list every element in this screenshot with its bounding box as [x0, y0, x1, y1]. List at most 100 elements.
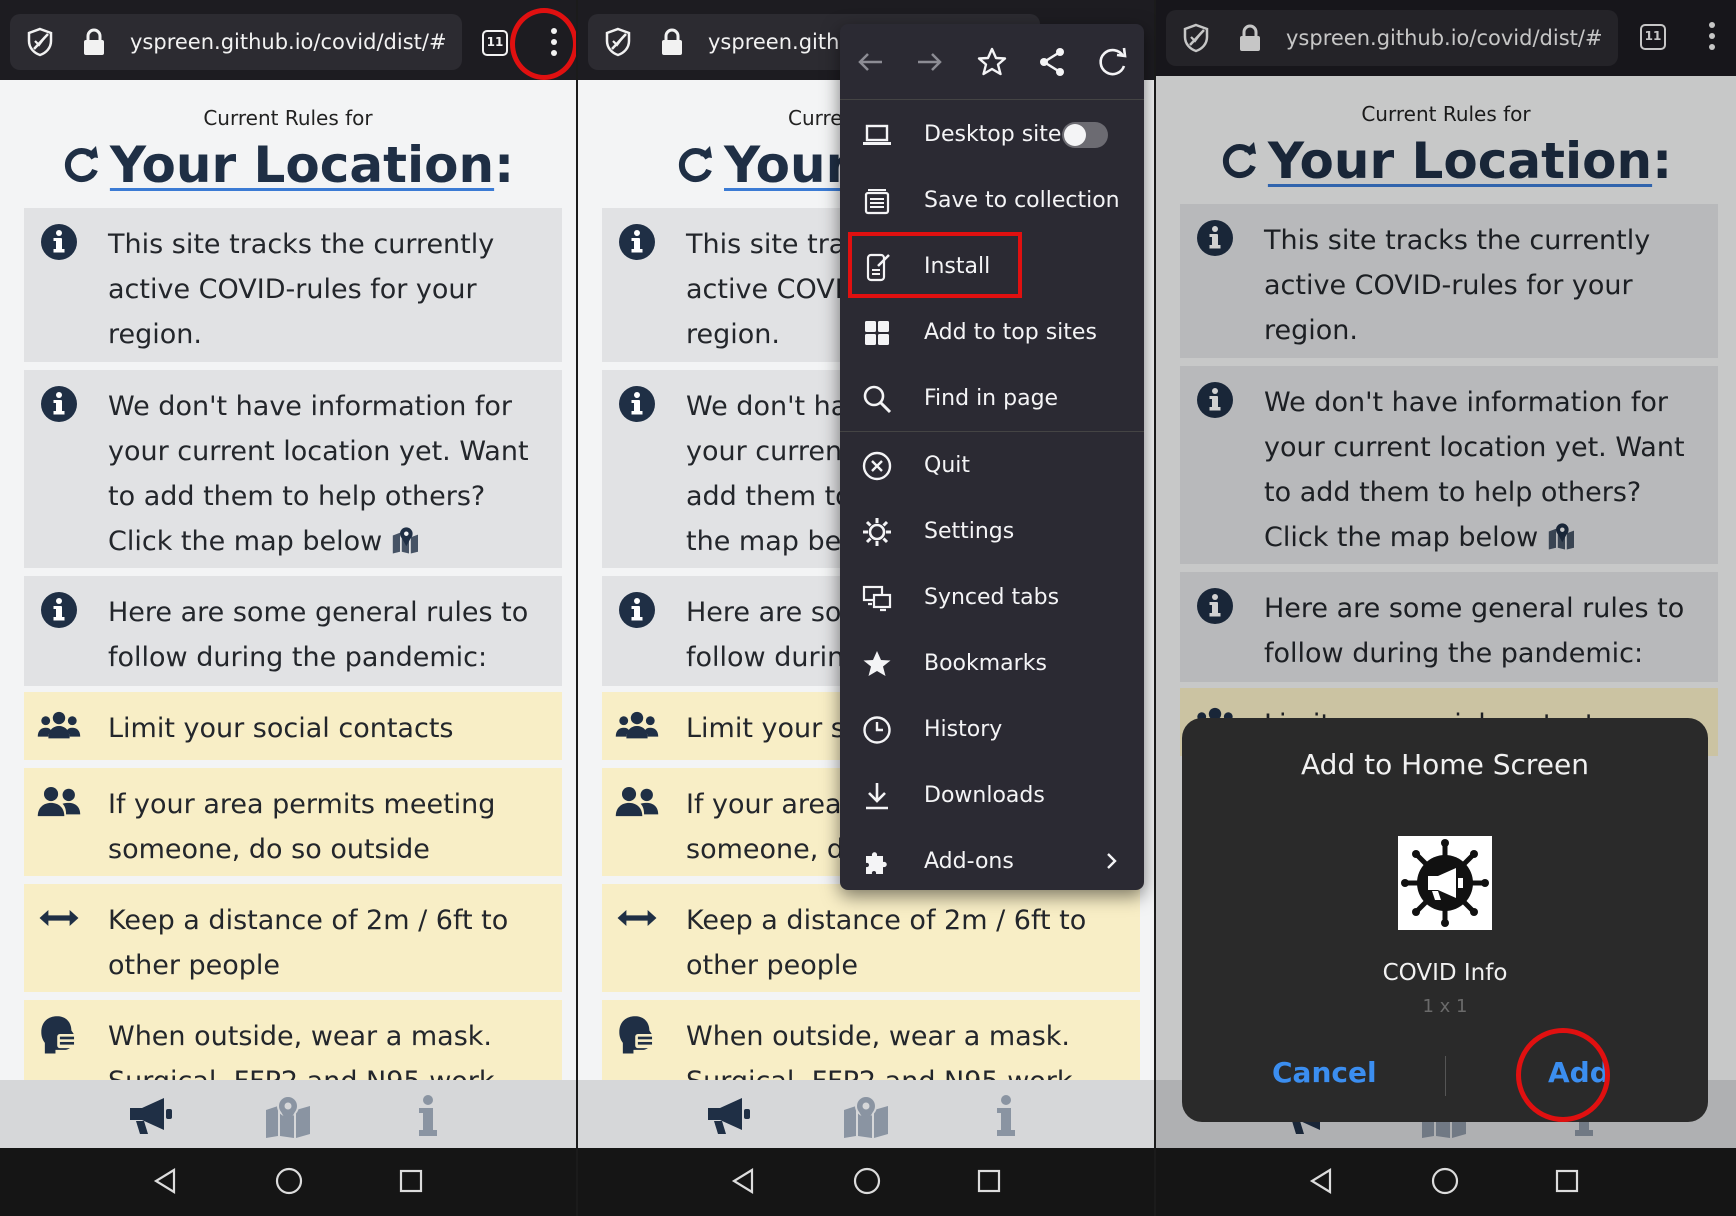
home-icon[interactable]	[852, 1166, 882, 1196]
menu-item-save-to-collection[interactable]: Save to collection	[840, 168, 1144, 234]
arrows-horizontal-icon	[36, 898, 82, 938]
grid-icon	[862, 318, 892, 348]
user-friends-icon	[614, 782, 660, 822]
info-card-text-body: We don't have information for your curre…	[108, 391, 529, 557]
rule-text-line: other people	[686, 950, 859, 981]
tab-counter-button[interactable]: 11	[482, 30, 508, 56]
info-card: This site tracks the currently active CO…	[24, 208, 562, 362]
location-title-colon: :	[494, 136, 515, 194]
lock-icon[interactable]	[660, 28, 684, 56]
app-size: 1 x 1	[1422, 996, 1468, 1017]
app-icon	[1398, 836, 1492, 930]
menu-item-desktop-site[interactable]: Desktop site	[840, 102, 1144, 168]
clock-icon	[862, 715, 892, 745]
download-icon	[862, 781, 892, 811]
head-mask-icon	[614, 1014, 660, 1054]
menu-item-synced-tabs[interactable]: Synced tabs	[840, 565, 1144, 631]
search-icon	[862, 384, 892, 414]
menu-item-settings[interactable]: Settings	[840, 499, 1144, 565]
rule-card: Limit your social contacts	[24, 692, 562, 760]
url-text[interactable]: yspreen.github.io/covid/dist/#	[130, 30, 447, 54]
recent-apps-icon[interactable]	[1552, 1166, 1582, 1196]
collection-icon	[862, 186, 892, 216]
address-bar[interactable]: yspreen.github.io/covid/dist/#	[10, 14, 462, 70]
lock-icon[interactable]	[82, 28, 106, 56]
rule-text: If your area permits meeting someone, do…	[108, 789, 496, 865]
menu-item-label: Desktop site	[924, 122, 1062, 147]
gear-icon	[862, 517, 892, 547]
menu-item-add-ons[interactable]: Add-ons	[840, 829, 1144, 895]
refresh-location-icon[interactable]	[676, 144, 716, 184]
info-circle-icon	[614, 384, 660, 424]
recent-apps-icon[interactable]	[974, 1166, 1004, 1196]
location-title-link[interactable]: Your	[724, 136, 850, 194]
page-content: Current Rules for Your Location: This si…	[0, 80, 576, 1080]
menu-navigation-row	[840, 24, 1144, 100]
tracking-protection-icon[interactable]	[24, 26, 56, 58]
url-text[interactable]: yspreen.githul	[708, 30, 859, 54]
menu-item-label: Downloads	[924, 783, 1045, 808]
menu-item-find-in-page[interactable]: Find in page	[840, 366, 1144, 432]
rule-text: Keep a distance of 2m / 6ft to other peo…	[108, 905, 509, 981]
bottom-navigation	[0, 1080, 576, 1148]
forward-arrow-icon[interactable]	[914, 46, 946, 78]
megaphone-icon[interactable]	[126, 1094, 174, 1138]
rule-text-line: Surgical, FFP2 and N95 work	[686, 1059, 1128, 1080]
user-friends-icon	[36, 782, 82, 822]
system-navigation	[1156, 1148, 1736, 1216]
info-card-text: We don't have information for your curre…	[108, 384, 550, 564]
info-circle-icon	[36, 222, 82, 262]
users-icon	[614, 706, 660, 746]
browser-overflow-menu: Desktop site Save to collection Install …	[840, 24, 1144, 890]
map-marked-icon[interactable]	[842, 1094, 890, 1138]
location-title: Your Location:	[0, 136, 576, 194]
info-circle-icon	[36, 384, 82, 424]
cancel-button[interactable]: Cancel	[1272, 1056, 1377, 1089]
menu-item-add-to-top-sites[interactable]: Add to top sites	[840, 300, 1144, 366]
close-circle-icon	[862, 451, 892, 481]
location-title-link[interactable]: Your Location	[110, 136, 494, 194]
map-marked-icon	[391, 526, 427, 554]
menu-item-bookmarks[interactable]: Bookmarks	[840, 631, 1144, 697]
back-icon[interactable]	[1306, 1166, 1336, 1196]
highlight-ring-menu	[510, 8, 576, 80]
menu-item-history[interactable]: History	[840, 697, 1144, 763]
back-icon[interactable]	[150, 1166, 180, 1196]
chevron-right-icon	[1102, 851, 1122, 871]
rule-card: When outside, wear a mask. Surgical, FFP2…	[602, 1000, 1140, 1080]
refresh-location-icon[interactable]	[62, 144, 102, 184]
share-icon[interactable]	[1036, 46, 1068, 78]
recent-apps-icon[interactable]	[396, 1166, 426, 1196]
megaphone-icon[interactable]	[704, 1094, 752, 1138]
rule-card: Keep a distance of 2m / 6ft to other peo…	[24, 884, 562, 992]
home-icon[interactable]	[1430, 1166, 1460, 1196]
rule-card: Keep a distance of 2m / 6ft to other peop…	[602, 884, 1140, 992]
menu-item-quit[interactable]: Quit	[840, 433, 1144, 499]
info-card-text: Here are some general rules to follow du…	[108, 597, 529, 673]
star-filled-icon	[862, 649, 892, 679]
star-outline-icon[interactable]	[976, 46, 1008, 78]
back-icon[interactable]	[728, 1166, 758, 1196]
info-card-text: This site tracks the currently active CO…	[108, 229, 495, 350]
map-marked-icon[interactable]	[264, 1094, 312, 1138]
rule-text-line: When outside, wear a mask.	[686, 1021, 1070, 1052]
home-icon[interactable]	[274, 1166, 304, 1196]
back-arrow-icon[interactable]	[854, 46, 886, 78]
menu-item-label: Settings	[924, 519, 1015, 544]
menu-item-label: Add to top sites	[924, 320, 1097, 345]
users-icon	[36, 706, 82, 746]
rule-text: When outside, wear a mask. Surgical, FFP…	[108, 1021, 495, 1080]
info-circle-icon	[614, 222, 660, 262]
tracking-protection-icon[interactable]	[602, 26, 634, 58]
highlight-ring-add	[1516, 1028, 1610, 1122]
info-icon[interactable]	[982, 1094, 1030, 1138]
bottom-navigation	[578, 1080, 1154, 1148]
browser-toolbar: yspreen.github.io/covid/dist/# 11	[0, 0, 576, 80]
reload-icon[interactable]	[1096, 46, 1128, 78]
menu-item-downloads[interactable]: Downloads	[840, 763, 1144, 829]
info-icon[interactable]	[404, 1094, 452, 1138]
laptop-icon	[862, 120, 892, 150]
menu-item-label: Bookmarks	[924, 651, 1047, 676]
desktop-site-toggle[interactable]	[1062, 122, 1108, 148]
system-navigation	[578, 1148, 1154, 1216]
